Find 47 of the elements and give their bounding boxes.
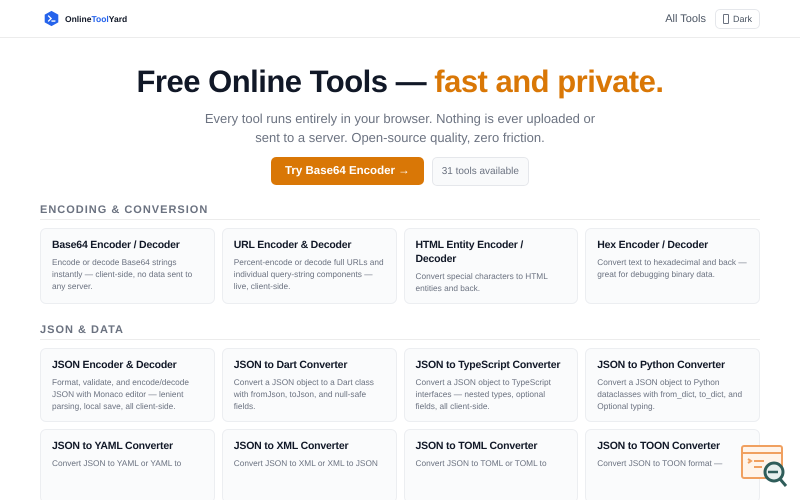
tool-card[interactable]: URL Encoder & Decoder Percent-encode or decode full URLs and individual query-string components — live, client-side. <box>222 228 396 304</box>
nav-link[interactable]: All Tools <box>665 12 706 24</box>
section-heading: JSON & DATA <box>40 324 760 340</box>
tool-description: Format, validate, and encode/decode JSON with Monaco editor — lenient parsing, local save, all client-side. <box>52 376 190 412</box>
tool-card[interactable]: JSON to XML Converter Convert JSON to XML or XML to JSON <box>222 429 396 500</box>
tool-name: JSON to YAML Converter <box>52 439 174 453</box>
browser-search-icon[interactable] <box>740 444 790 490</box>
tool-card[interactable]: Hex Encoder / Decoder Convert text to hexadecimal and back — great for debugging binary data. <box>585 228 760 304</box>
hero-title: Free Online Tools — fast and private. <box>136 64 664 100</box>
tool-card[interactable]: Base64 Encoder / Decoder Encode or decode Base64 strings instantly — client-side, no data sent to any server. <box>40 228 215 304</box>
tool-description: Convert JSON to TOON format — <box>597 457 724 469</box>
tool-description: Convert JSON to XML or XML to JSON <box>234 457 379 469</box>
tool-card[interactable]: JSON to YAML Converter Convert JSON to YAML or YAML to <box>40 429 215 500</box>
tool-card[interactable]: JSON to TOML Converter Convert JSON to TOML or TOML to <box>404 429 578 500</box>
tool-description: Percent-encode or decode full URLs and individual query-string components — live, client-side. <box>234 256 384 292</box>
tool-description: Convert JSON to YAML or YAML to <box>52 457 182 469</box>
logo-text[interactable]: OnlineToolYard <box>65 14 128 24</box>
tool-name: Hex Encoder / Decoder <box>597 238 710 252</box>
tool-name: URL Encoder & Decoder <box>234 238 352 252</box>
tool-name: HTML Entity Encoder / Decoder <box>416 238 524 266</box>
tool-card[interactable]: HTML Entity Encoder / Decoder Convert special characters to HTML entities and back. <box>404 228 578 304</box>
tool-description: Convert special characters to HTML entities and back. <box>416 270 549 294</box>
tool-description: Convert a JSON object to TypeScript interfaces — nested types, optional fields, all client-side. <box>416 376 552 412</box>
hero-subtitle: Every tool runs entirely in your browser. Nothing is ever uploaded or sent to a server. Open-source quality, zero friction. <box>204 110 596 147</box>
tool-description: Convert a JSON object to a Dart class with fromJson, toJson, and null-safe fields. <box>234 376 375 412</box>
tool-name: JSON to TOON Converter <box>597 439 721 453</box>
tool-name: JSON to TypeScript Converter <box>416 358 562 372</box>
toggle-icon <box>722 14 729 24</box>
tool-card[interactable]: JSON Encoder & Decoder Format, validate, and encode/decode JSON with Monaco editor — lenient parsing, local save, all client-side. <box>40 348 215 422</box>
tool-card[interactable]: JSON to TOON Converter Convert JSON to TOON format — <box>585 429 760 500</box>
tool-name: JSON to Python Converter <box>597 358 726 372</box>
tool-description: Convert JSON to TOML or TOML to <box>416 457 548 469</box>
logo-icon <box>43 10 60 27</box>
tool-card[interactable]: JSON to Python Converter Convert a JSON object to Python dataclasses with from_dict, to_dict, and Optional typing. <box>585 348 760 422</box>
tools-count-badge: 31 tools available <box>432 157 529 186</box>
section-heading: ENCODING & CONVERSION <box>40 204 760 220</box>
tool-description: Convert a JSON object to Python dataclasses with from_dict, to_dict, and Optional typing. <box>597 376 744 412</box>
tool-name: JSON to Dart Converter <box>234 358 348 372</box>
tool-name: JSON to TOML Converter <box>416 439 538 453</box>
tool-name: JSON to XML Converter <box>234 439 350 453</box>
tool-name: Base64 Encoder / Decoder <box>52 238 181 252</box>
tool-description: Encode or decode Base64 strings instantly — client-side, no data sent to any server. <box>52 256 194 292</box>
tool-name: JSON Encoder & Decoder <box>52 358 178 372</box>
tool-description: Convert text to hexadecimal and back — great for debugging binary data. <box>597 256 748 280</box>
tool-card[interactable]: JSON to TypeScript Converter Convert a JSON object to TypeScript interfaces — nested types, optional fields, all client-side. <box>404 348 578 422</box>
tool-card[interactable]: JSON to Dart Converter Convert a JSON object to a Dart class with fromJson, toJson, and null-safe fields. <box>222 348 396 422</box>
theme-toggle-button[interactable]: Dark <box>714 8 760 28</box>
